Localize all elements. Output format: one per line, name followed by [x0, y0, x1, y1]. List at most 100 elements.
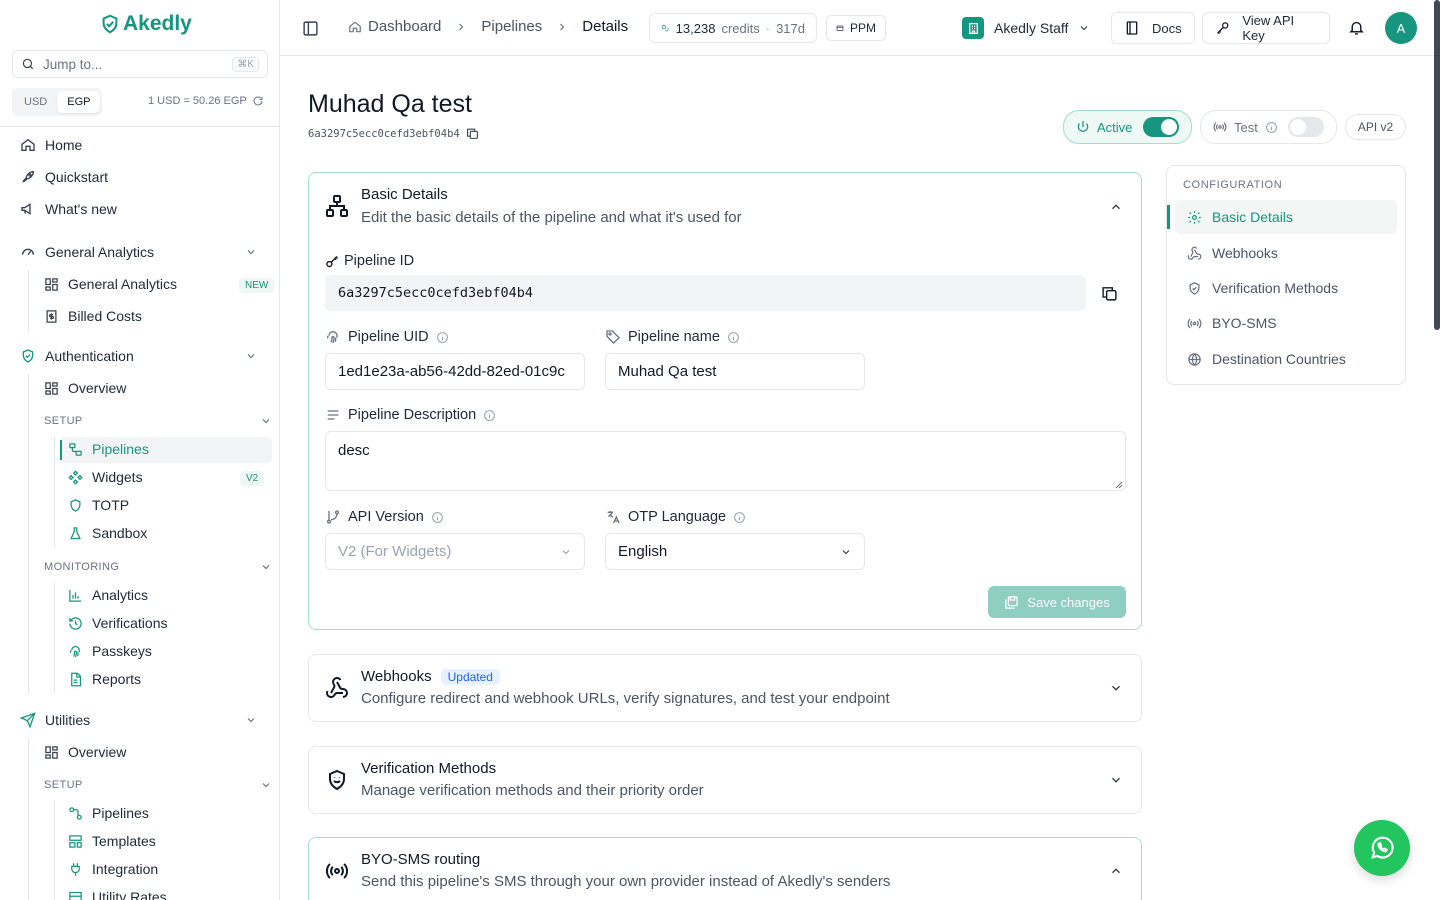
sidebar-group-authentication[interactable]: Authentication [20, 348, 134, 364]
config-item-verification-methods[interactable]: Verification Methods [1175, 271, 1397, 305]
sidebar-item-verifications[interactable]: Verifications [68, 615, 167, 631]
breadcrumb-dashboard[interactable]: Dashboard [368, 18, 441, 35]
sidebar-item-reports[interactable]: Reports [68, 671, 141, 687]
ppm-label: PPM [849, 21, 876, 35]
chevron-down-icon[interactable] [260, 561, 272, 573]
otp-language-select[interactable]: English [605, 533, 865, 570]
config-item-webhooks[interactable]: Webhooks [1175, 236, 1397, 270]
info-icon[interactable] [431, 511, 444, 524]
webhook-icon [325, 677, 348, 698]
network-icon [326, 195, 348, 217]
active-status-toggle[interactable]: Active [1063, 110, 1192, 144]
currency-egp[interactable]: EGP [57, 91, 101, 113]
whatsapp-chat-button[interactable] [1354, 820, 1410, 876]
bell-icon[interactable] [1348, 19, 1365, 36]
pipeline-name-field[interactable]: Muhad Qa test [605, 353, 865, 390]
resize-handle-icon[interactable] [1115, 481, 1123, 489]
webhooks-card[interactable]: Webhooks Updated Configure redirect and … [308, 654, 1142, 722]
table-icon [69, 891, 82, 900]
config-item-label: Basic Details [1212, 209, 1293, 225]
chevron-down-icon[interactable] [1109, 773, 1123, 787]
chevron-down-icon[interactable] [260, 779, 272, 791]
info-icon[interactable] [733, 511, 746, 524]
pipeline-id-subtitle: 6a3297c5ecc0cefd3ebf04b4 [308, 127, 479, 140]
page-scrollbar[interactable] [1434, 0, 1440, 330]
refresh-icon[interactable] [252, 95, 264, 107]
sidebar-item-templates[interactable]: Templates [68, 833, 156, 849]
sidebar-group-general-analytics[interactable]: General Analytics [20, 244, 154, 260]
component-icon [68, 469, 83, 485]
sidebar: Akedly Jump to... ⌘K USD EGP 1 USD = 50.… [0, 0, 280, 900]
info-icon[interactable] [483, 409, 496, 422]
chevron-down-icon[interactable] [260, 415, 272, 427]
config-item-byo-sms[interactable]: BYO-SMS [1175, 306, 1397, 340]
sidebar-item-label: Utility Rates [92, 889, 167, 900]
sidebar-item-label: Quickstart [45, 169, 109, 185]
sidebar-item-label: Overview [68, 744, 127, 760]
sidebar-toggle-icon[interactable] [302, 20, 319, 37]
byo-sms-card[interactable]: BYO-SMS routing Send this pipeline's SMS… [308, 837, 1142, 900]
chevron-down-icon[interactable] [1109, 681, 1123, 695]
grid-icon [45, 277, 58, 291]
save-changes-button[interactable]: Save changes [988, 586, 1126, 618]
chevron-down-icon[interactable] [245, 350, 257, 362]
brand-logo[interactable]: Akedly [99, 12, 192, 36]
chevron-down-icon[interactable] [245, 246, 257, 258]
copy-icon[interactable] [466, 127, 479, 140]
whatsapp-icon [1371, 836, 1394, 859]
basic-details-title[interactable]: Basic Details [361, 186, 448, 203]
pipeline-description-field[interactable]: desc [325, 431, 1126, 491]
jump-to-search[interactable]: Jump to... ⌘K [12, 50, 268, 78]
chevron-down-icon[interactable] [245, 714, 257, 726]
sidebar-item-sandbox[interactable]: Sandbox [68, 525, 147, 541]
chevron-up-icon[interactable] [1109, 200, 1123, 214]
sidebar-item-pipelines[interactable]: Pipelines [68, 441, 149, 457]
sidebar-item-quickstart[interactable]: Quickstart [20, 169, 108, 185]
save-label: Save changes [1027, 594, 1110, 610]
history-icon [69, 616, 82, 630]
info-icon[interactable] [727, 331, 740, 344]
test-switch[interactable] [1288, 117, 1324, 137]
pipeline-id-field[interactable]: 6a3297c5ecc0cefd3ebf04b4 [325, 275, 1086, 311]
test-mode-toggle[interactable]: Test [1200, 110, 1337, 144]
info-icon[interactable] [436, 331, 449, 344]
config-item-destination-countries[interactable]: Destination Countries [1175, 342, 1397, 376]
sidebar-item-label: Passkeys [92, 643, 152, 659]
sidebar-item-home[interactable]: Home [20, 137, 82, 153]
sidebar-item-util-overview[interactable]: Overview [44, 744, 126, 760]
breadcrumb-pipelines[interactable]: Pipelines [481, 18, 542, 35]
verification-methods-card[interactable]: Verification Methods Manage verification… [308, 746, 1142, 814]
sidebar-item-auth-overview[interactable]: Overview [44, 380, 126, 396]
grid-icon [45, 745, 58, 759]
sidebar-item-util-pipelines[interactable]: Pipelines [68, 805, 149, 821]
pipeline-uid-field[interactable]: 1ed1e23a-ab56-42dd-82ed-01c9c [325, 353, 585, 390]
info-icon[interactable] [1265, 121, 1278, 134]
credits-pill[interactable]: 13,238 credits · 317d [649, 13, 817, 43]
gear-icon [1188, 210, 1201, 224]
sidebar-item-widgets[interactable]: Widgets [68, 469, 143, 485]
send-icon [20, 712, 36, 728]
view-api-key-button[interactable]: View API Key [1202, 12, 1330, 44]
docs-button[interactable]: Docs [1111, 12, 1195, 44]
sidebar-item-billed-costs[interactable]: Billed Costs [44, 308, 142, 324]
sidebar-item-utility-rates[interactable]: Utility Rates [68, 889, 167, 900]
config-item-basic-details[interactable]: Basic Details [1175, 200, 1397, 234]
ppm-pill[interactable]: PPM [826, 15, 886, 41]
rocket-icon [22, 170, 35, 183]
sidebar-item-integration[interactable]: Integration [68, 861, 158, 877]
sidebar-item-whats-new[interactable]: What's new [20, 201, 117, 217]
active-switch[interactable] [1143, 117, 1179, 137]
user-avatar[interactable]: A [1385, 12, 1417, 44]
chevron-up-icon[interactable] [1109, 864, 1123, 878]
sidebar-item-general-analytics[interactable]: General Analytics [44, 276, 177, 292]
bar-chart-icon [69, 589, 82, 602]
org-switcher[interactable]: Akedly Staff [962, 17, 1090, 39]
sidebar-item-totp[interactable]: TOTP [68, 497, 129, 513]
megaphone-icon [21, 203, 31, 215]
sidebar-item-passkeys[interactable]: Passkeys [68, 643, 152, 659]
currency-usd[interactable]: USD [14, 91, 57, 113]
label-text: API Version [348, 509, 424, 525]
copy-icon[interactable] [1101, 285, 1118, 302]
sidebar-item-analytics[interactable]: Analytics [68, 587, 148, 603]
sidebar-group-utilities[interactable]: Utilities [20, 712, 90, 728]
